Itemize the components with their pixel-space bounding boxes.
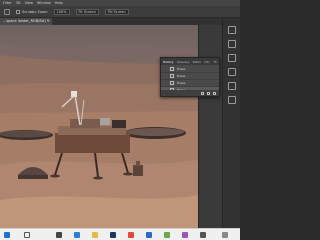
trash-icon[interactable] bbox=[213, 91, 216, 95]
zoom-tool-icon bbox=[4, 8, 10, 15]
app-icon[interactable] bbox=[164, 232, 170, 238]
menu-help[interactable]: Help bbox=[55, 1, 63, 5]
panel-dock bbox=[222, 18, 240, 228]
menu-filter[interactable]: Filter bbox=[3, 1, 12, 5]
history-row[interactable]: Erase bbox=[161, 80, 219, 87]
history-row-label: Erase bbox=[177, 67, 186, 71]
notification-icon[interactable] bbox=[222, 232, 228, 238]
document-canvas[interactable] bbox=[0, 25, 198, 228]
menu-3d[interactable]: 3D bbox=[16, 1, 21, 5]
menu-window[interactable]: Window bbox=[37, 1, 51, 5]
tab-info[interactable]: Info bbox=[204, 60, 210, 64]
edge-icon[interactable] bbox=[74, 232, 80, 238]
document-tab-title: ...space lander_RGB/8#) * bbox=[3, 19, 49, 23]
history-panel-tabs: History Glossary Paths Info bbox=[161, 58, 219, 65]
fit-screen-option[interactable]: Fit Screen bbox=[75, 8, 99, 15]
camera-icon[interactable] bbox=[207, 91, 210, 95]
scrubby-zoom-checkbox[interactable] bbox=[16, 9, 20, 14]
menu-view[interactable]: View bbox=[25, 1, 33, 5]
close-icon[interactable]: × bbox=[47, 18, 50, 25]
color-panel-icon[interactable] bbox=[228, 26, 236, 34]
document-tab[interactable]: ...space lander_RGB/8#) * × bbox=[0, 18, 52, 25]
os-taskbar bbox=[0, 228, 240, 240]
tab-glossary[interactable]: Glossary bbox=[177, 60, 190, 64]
zoom-size-button[interactable]: 100% bbox=[53, 8, 70, 15]
document-tabs: ...space lander_RGB/8#) * × bbox=[0, 18, 222, 25]
history-row[interactable]: Erase bbox=[161, 66, 219, 73]
mail-icon[interactable] bbox=[146, 232, 152, 238]
scrubby-zoom-option[interactable]: Scrubby Zoom bbox=[16, 9, 48, 14]
app-icon[interactable] bbox=[182, 232, 188, 238]
adjustments-panel-icon[interactable] bbox=[228, 96, 236, 104]
fit-screen-button[interactable]: Fit Screen bbox=[75, 8, 99, 15]
search-icon[interactable] bbox=[24, 232, 30, 238]
tab-history[interactable]: History bbox=[163, 60, 174, 64]
solar-panel-right bbox=[124, 127, 186, 139]
tab-paths[interactable]: Paths bbox=[193, 60, 201, 64]
lander-image bbox=[0, 25, 198, 228]
swatches-panel-icon[interactable] bbox=[228, 40, 236, 48]
options-bar: Scrubby Zoom 100% Fit Screen Fill Screen bbox=[0, 6, 240, 18]
fill-screen-option[interactable]: Fill Screen bbox=[104, 8, 129, 15]
history-row-label: Erase bbox=[177, 81, 186, 85]
properties-panel-icon[interactable] bbox=[228, 68, 236, 76]
history-row[interactable]: Erase bbox=[161, 73, 219, 80]
scroll-area[interactable] bbox=[198, 25, 222, 228]
panel-menu-icon[interactable]: ≡ bbox=[214, 58, 217, 65]
history-panel-footer bbox=[161, 90, 219, 96]
chrome-icon[interactable] bbox=[128, 232, 134, 238]
new-document-icon[interactable] bbox=[201, 91, 204, 95]
eraser-icon bbox=[170, 74, 174, 78]
eraser-icon bbox=[170, 81, 174, 85]
explorer-icon[interactable] bbox=[92, 232, 98, 238]
taskview-icon[interactable] bbox=[56, 232, 62, 238]
zoom-size-option[interactable]: 100% bbox=[53, 8, 70, 15]
photoshop-icon[interactable] bbox=[110, 232, 116, 238]
start-icon[interactable] bbox=[4, 232, 10, 238]
layers-panel-icon[interactable] bbox=[228, 54, 236, 62]
zoom-tool-option[interactable] bbox=[4, 8, 10, 15]
app-icon[interactable] bbox=[200, 232, 206, 238]
fill-screen-button[interactable]: Fill Screen bbox=[104, 8, 129, 15]
history-row-label: Erase bbox=[177, 74, 186, 78]
history-panel: History Glossary Paths Info ≡ Erase Eras… bbox=[160, 57, 220, 97]
scrubby-zoom-label: Scrubby Zoom bbox=[22, 9, 48, 14]
channels-panel-icon[interactable] bbox=[228, 82, 236, 90]
eraser-icon bbox=[170, 67, 174, 71]
